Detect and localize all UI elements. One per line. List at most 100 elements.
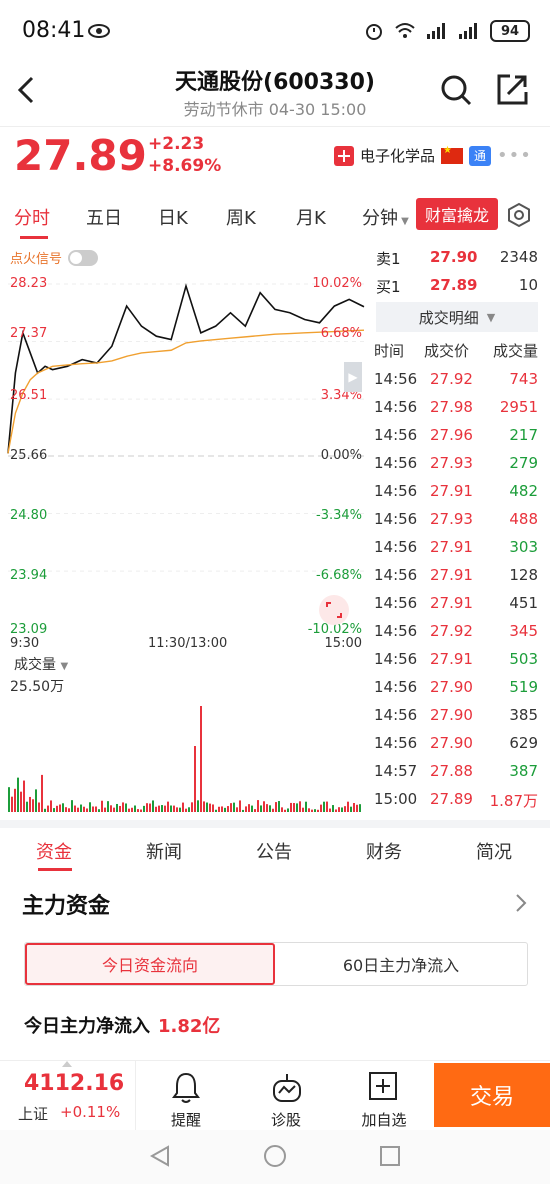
volume-bar [23,780,25,812]
tick-time: 14:56 [374,370,418,388]
eye-icon [88,24,110,38]
volume-bar [248,804,250,812]
tab-five-day[interactable]: 五日 [86,204,122,230]
tick-price: 27.90 [430,706,473,724]
volume-bar [14,788,16,812]
volume-bar [347,801,349,812]
bid-price: 27.89 [430,276,478,294]
net-inflow-label: 今日主力净流入 [24,1016,150,1037]
x-label-end: 15:00 [324,636,362,651]
volume-bar [278,801,280,812]
tick-volume: 345 [509,622,538,640]
tick-price: 27.91 [430,650,473,668]
tick-time: 14:56 [374,678,418,696]
last-price: 27.89 [14,131,147,180]
diagnose-button[interactable]: 诊股 [246,1067,326,1129]
home-circle-icon[interactable] [262,1143,288,1169]
volume-selector[interactable]: 成交量 ▼ [14,654,68,674]
bottom-bar: 4112.16 上证 +0.11% 提醒 诊股 加自选 交易 [0,1060,550,1131]
volume-bar [41,774,43,812]
volume-bar [323,801,325,812]
tick-volume: 1.87万 [489,792,538,810]
volume-bar [32,799,34,812]
tab-news[interactable]: 新闻 [146,838,182,864]
volume-bar [221,806,223,812]
volume-bar [233,802,235,812]
volume-bar [131,807,133,812]
tick-price: 27.91 [430,538,473,556]
index-value: 4112.16 [24,1071,125,1096]
industry-tag[interactable]: 电子化学品 通 ••• [334,145,532,166]
volume-bar [65,807,67,812]
volume-bar [29,796,31,812]
segment-today-flow[interactable]: 今日资金流向 [25,943,275,985]
tick-volume: 217 [509,426,538,444]
add-square-icon [369,1072,397,1100]
tab-financials[interactable]: 财务 [366,838,402,864]
tab-intraday[interactable]: 分时 [14,204,50,230]
tab-announcements[interactable]: 公告 [256,838,292,864]
fullscreen-icon[interactable] [318,594,350,626]
index-widget[interactable]: 4112.16 上证 +0.11% [0,1061,136,1131]
more-icon[interactable]: ••• [497,145,532,166]
volume-bar [182,802,184,812]
chevron-right-icon[interactable] [514,892,528,914]
add-watchlist-button[interactable]: 加自选 [344,1067,424,1129]
recents-square-icon[interactable] [378,1144,402,1168]
tab-minute[interactable]: 分钟 ▼ [362,204,409,230]
trade-detail-button[interactable]: 成交明细 ▼ [376,302,538,332]
remind-button[interactable]: 提醒 [146,1067,226,1129]
tab-monthly-k[interactable]: 月K [296,204,326,230]
volume-bar [260,805,262,812]
signal-icon-2 [459,23,477,39]
funds-segment: 今日资金流向 60日主力净流入 [24,942,528,986]
tab-weekly-k[interactable]: 周K [226,204,256,230]
tab-profile[interactable]: 简况 [476,838,512,864]
diagnose-label: 诊股 [270,1111,301,1129]
trade-button[interactable]: 交易 [434,1063,550,1127]
price-line [7,283,365,454]
volume-bar [239,800,241,812]
volume-bar [92,806,94,812]
tick-volume: 503 [509,650,538,668]
settings-icon[interactable] [506,202,532,228]
intraday-chart[interactable]: 点火信号 28.23 27.37 26.51 25.66 24.80 23.94… [0,242,372,814]
volume-bar [284,809,286,812]
search-icon[interactable] [438,72,474,108]
volume-bar [47,805,49,812]
volume-bar [341,807,343,812]
y-label-left: 25.66 [10,448,48,463]
tong-badge[interactable]: 通 [469,145,492,166]
china-flag-icon [441,145,464,164]
volume-bar [335,809,337,812]
volume-bar [155,806,157,812]
back-triangle-icon[interactable] [148,1144,172,1168]
tab-daily-k[interactable]: 日K [158,204,188,230]
tick-volume: 279 [509,454,538,472]
share-icon[interactable] [494,72,530,108]
tick-volume: 451 [509,594,538,612]
y-label-left: 27.37 [10,326,48,341]
tick-time: 14:56 [374,566,418,584]
tick-row: 14:56 27.91 503 [372,650,550,678]
volume-bar [293,803,295,812]
tick-price: 27.96 [430,426,473,444]
volume-bar [146,803,148,812]
volume-bar [149,803,151,812]
volume-bar [290,802,292,812]
volume-bar [191,802,193,812]
tab-wealth-dragon[interactable]: 财富擒龙 [416,198,498,230]
tick-price: 27.92 [430,622,473,640]
ask-price: 27.90 [430,248,478,266]
trade-detail-label: 成交明细 [418,308,479,327]
volume-bar [224,807,226,812]
x-label-mid: 11:30/13:00 [148,636,228,651]
tab-funds[interactable]: 资金 [36,838,72,864]
segment-60-day-inflow[interactable]: 60日主力净流入 [275,943,527,985]
tick-row: 14:56 27.98 2951 [372,398,550,426]
volume-bar [80,804,82,812]
volume-bar [68,808,70,812]
tick-volume: 387 [509,762,538,780]
y-label-left: 24.80 [10,508,48,523]
expand-panel-icon[interactable]: ▶ [344,362,362,392]
